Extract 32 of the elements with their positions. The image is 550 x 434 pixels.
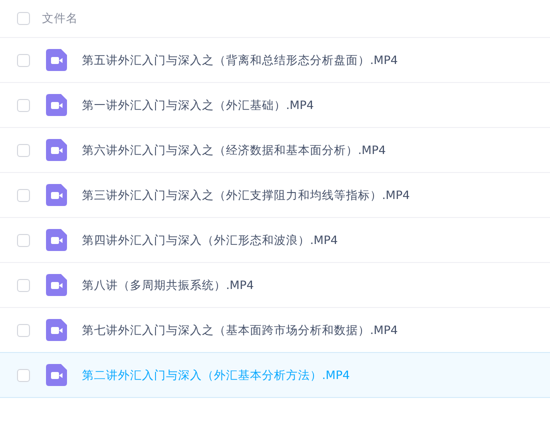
file-name: 第六讲外汇入门与深入之（经济数据和基本面分析）.MP4 — [82, 142, 386, 158]
video-file-icon — [46, 94, 67, 116]
video-file-icon — [46, 364, 67, 386]
file-row[interactable]: 第八讲（多周期共振系统）.MP4 — [0, 262, 550, 308]
row-checkbox[interactable] — [17, 324, 30, 336]
file-name: 第一讲外汇入门与深入之（外汇基础）.MP4 — [82, 98, 314, 112]
row-checkbox[interactable] — [17, 144, 30, 156]
video-file-icon — [46, 49, 67, 71]
video-file-icon — [46, 184, 67, 206]
file-row[interactable]: 第三讲外汇入门与深入之（外汇支撑阻力和均线等指标）.MP4 — [0, 172, 550, 218]
file-row[interactable]: 第五讲外汇入门与深入之（背离和总结形态分析盘面）.MP4 — [0, 37, 550, 83]
row-checkbox[interactable] — [17, 98, 30, 112]
row-checkbox[interactable] — [17, 234, 30, 246]
row-checkbox[interactable] — [17, 54, 30, 66]
file-name: 第二讲外汇入门与深入（外汇基本分析方法）.MP4 — [82, 368, 350, 382]
video-file-icon — [46, 274, 67, 296]
file-row[interactable]: 第一讲外汇入门与深入之（外汇基础）.MP4 — [0, 82, 550, 128]
row-checkbox[interactable] — [17, 278, 30, 292]
video-file-icon — [46, 319, 67, 341]
file-name: 第八讲（多周期共振系统）.MP4 — [82, 278, 254, 292]
select-all-checkbox[interactable] — [17, 12, 30, 25]
file-row[interactable]: 第六讲外汇入门与深入之（经济数据和基本面分析）.MP4 — [0, 127, 550, 173]
row-checkbox[interactable] — [17, 368, 30, 382]
video-file-icon — [46, 139, 67, 161]
video-file-icon — [46, 229, 67, 251]
file-name: 第七讲外汇入门与深入之（基本面跨市场分析和数据）.MP4 — [82, 322, 398, 338]
file-name: 第三讲外汇入门与深入之（外汇支撑阻力和均线等指标）.MP4 — [82, 188, 410, 202]
file-name: 第五讲外汇入门与深入之（背离和总结形态分析盘面）.MP4 — [82, 52, 398, 68]
row-checkbox[interactable] — [17, 188, 30, 202]
column-header: 文件名 — [42, 11, 78, 26]
file-row[interactable]: 第四讲外汇入门与深入（外汇形态和波浪）.MP4 — [0, 217, 550, 263]
file-name: 第四讲外汇入门与深入（外汇形态和波浪）.MP4 — [82, 232, 338, 248]
